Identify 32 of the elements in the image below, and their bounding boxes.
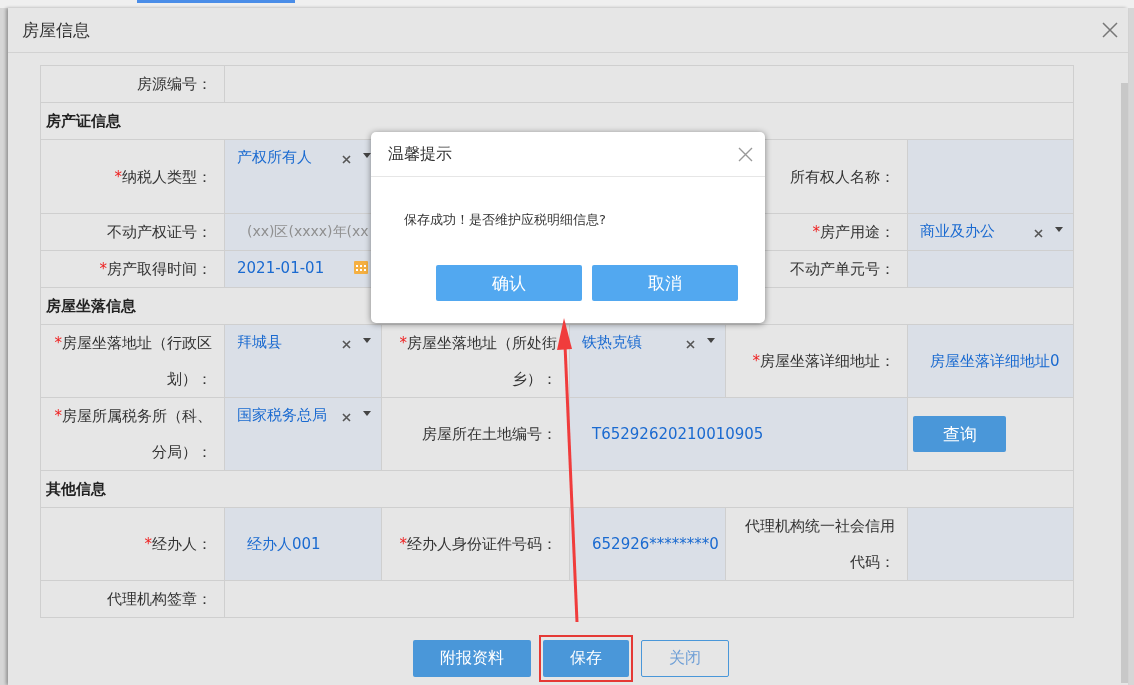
caret-icon[interactable] — [363, 153, 371, 158]
footer-button[interactable]: 关闭 — [640, 640, 729, 677]
clear-icon[interactable] — [686, 340, 695, 349]
query-button[interactable]: 查询 — [913, 416, 1006, 452]
select-field[interactable]: 产权所有人 — [237, 148, 342, 167]
clear-icon[interactable] — [342, 155, 351, 164]
text-field[interactable] — [908, 140, 1074, 214]
footer-button[interactable]: 附报资料 — [412, 640, 531, 677]
text-field[interactable]: 652926********0 — [570, 508, 726, 581]
caret-icon[interactable] — [363, 411, 371, 416]
close-icon[interactable] — [1102, 22, 1118, 38]
caret-icon[interactable] — [1055, 227, 1063, 232]
dialog-title: 温馨提示 — [388, 143, 452, 165]
select-field[interactable]: 拜城县 — [237, 333, 342, 352]
clear-icon[interactable] — [342, 340, 351, 349]
text-field[interactable] — [908, 251, 1074, 288]
clear-icon[interactable] — [1034, 229, 1043, 238]
dialog-button[interactable]: 取消 — [592, 265, 738, 301]
window-title: 房屋信息 — [22, 18, 90, 42]
text-field[interactable]: T65292620210010905 — [570, 398, 908, 471]
text-field[interactable]: 房屋坐落详细地址0 — [908, 325, 1074, 398]
caret-icon[interactable] — [707, 338, 715, 343]
scrollbar[interactable] — [1121, 83, 1128, 683]
dialog-message: 保存成功！是否维护应税明细信息? — [403, 211, 607, 229]
text-field[interactable] — [908, 508, 1074, 581]
caret-icon[interactable] — [363, 338, 371, 343]
close-icon[interactable] — [738, 146, 753, 162]
save-button[interactable]: 保存 — [542, 640, 629, 677]
text-field[interactable]: 经办人001 — [225, 508, 382, 581]
select-field[interactable]: 铁热克镇 — [582, 333, 686, 352]
select-field[interactable]: 国家税务总局 — [237, 406, 342, 425]
clear-icon[interactable] — [342, 413, 351, 422]
